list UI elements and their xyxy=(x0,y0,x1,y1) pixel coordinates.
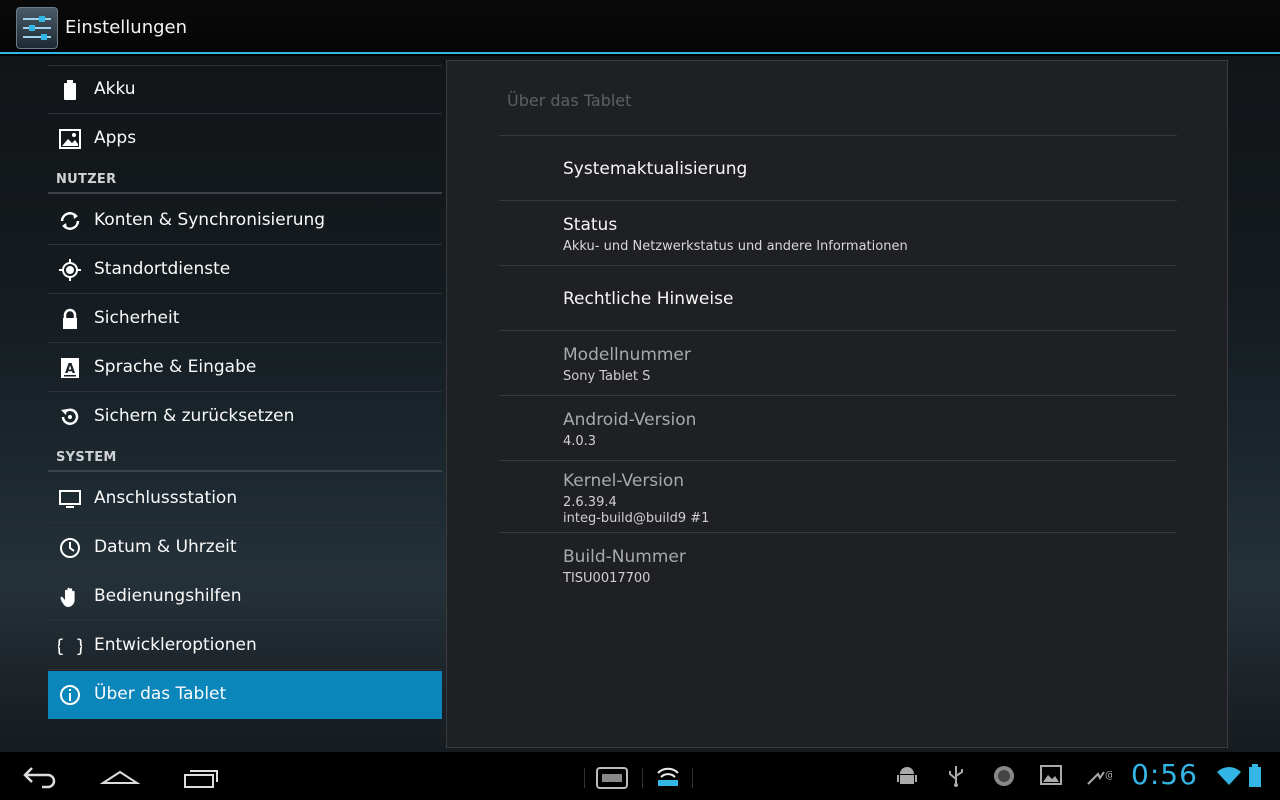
settings-sliders-icon[interactable] xyxy=(16,7,58,49)
pref-title: Build-Nummer xyxy=(563,547,686,567)
divider xyxy=(692,768,693,788)
clock-icon xyxy=(60,538,80,558)
pref-build-nummer: Build-Nummer TISU0017700 xyxy=(499,532,1177,597)
sidebar-item-datum[interactable]: Datum & Uhrzeit xyxy=(48,524,442,572)
svg-text:@: @ xyxy=(1105,770,1112,781)
section-title: NUTZER xyxy=(56,172,117,187)
pref-systemaktualisierung[interactable]: Systemaktualisierung xyxy=(499,135,1177,200)
sidebar-item-ueber[interactable]: Über das Tablet xyxy=(48,671,442,719)
action-bar: Einstellungen xyxy=(0,0,1280,54)
sidebar-item-entwickler[interactable]: { } Entwickleroptionen xyxy=(48,622,442,670)
pref-modellnummer: Modellnummer Sony Tablet S xyxy=(499,330,1177,395)
sidebar-item-anschluss[interactable]: Anschlussstation xyxy=(48,475,442,523)
pref-title: Systemaktualisierung xyxy=(563,159,748,179)
pref-summary: 2.6.39.4 xyxy=(563,495,617,510)
sidebar-item-label: Apps xyxy=(94,128,137,148)
email-notification-icon: @ xyxy=(1087,770,1112,785)
detail-title: Über das Tablet xyxy=(507,91,632,110)
sidebar-item-label: Konten & Synchronisierung xyxy=(94,210,326,230)
pref-rechtliche-hinweise[interactable]: Rechtliche Hinweise xyxy=(499,265,1177,330)
sidebar-item-sicherheit[interactable]: Sicherheit xyxy=(48,295,442,343)
back-icon[interactable] xyxy=(22,762,60,790)
monitor-icon xyxy=(59,490,81,508)
pref-title: Kernel-Version xyxy=(563,471,685,491)
pref-title: Status xyxy=(563,215,618,235)
pref-summary: 4.0.3 xyxy=(563,434,597,449)
pref-status[interactable]: Status Akku- und Netzwerkstatus und ande… xyxy=(499,200,1177,265)
sidebar-item-label: Entwickleroptionen xyxy=(94,635,257,655)
recent-apps-icon[interactable] xyxy=(182,762,220,790)
sidebar-item-sichern[interactable]: Sichern & zurücksetzen xyxy=(48,393,442,441)
pref-summary-2: integ-build@build9 #1 xyxy=(563,511,710,526)
sidebar-item-label: Sprache & Eingabe xyxy=(94,357,257,377)
section-title: SYSTEM xyxy=(56,450,117,465)
wireless-hotspot-icon[interactable] xyxy=(656,764,680,788)
pref-kernel-version: Kernel-Version 2.6.39.4 integ-build@buil… xyxy=(499,460,1177,532)
app-title[interactable]: Einstellungen xyxy=(65,17,187,38)
sidebar-item-label: Akku xyxy=(94,79,136,99)
sidebar-item-akku[interactable]: Akku xyxy=(48,66,442,114)
sidebar-item-label: Standortdienste xyxy=(94,259,231,279)
backup-icon xyxy=(61,408,79,425)
info-icon xyxy=(60,685,80,705)
media-scan-icon xyxy=(994,766,1014,786)
settings-main: Akku Apps NUTZER Konten & Synchronisieru… xyxy=(0,56,1280,752)
settings-sidebar: Akku Apps NUTZER Konten & Synchronisieru… xyxy=(48,56,442,752)
pref-summary: Akku- und Netzwerkstatus und andere Info… xyxy=(563,239,908,254)
divider xyxy=(642,768,643,788)
android-debug-icon xyxy=(897,767,917,784)
home-icon[interactable] xyxy=(100,762,140,790)
sidebar-item-label: Anschlussstation xyxy=(94,488,238,508)
location-icon xyxy=(59,259,81,281)
section-header-system: SYSTEM xyxy=(48,448,442,472)
pref-title: Modellnummer xyxy=(563,345,691,365)
pref-title: Android-Version xyxy=(563,410,697,430)
hand-icon xyxy=(60,587,75,607)
section-header-nutzer: NUTZER xyxy=(48,170,442,194)
wifi-icon xyxy=(1217,767,1241,785)
sidebar-item-label: Datum & Uhrzeit xyxy=(94,537,237,557)
sidebar-item-label: Bedienungshilfen xyxy=(94,586,242,606)
sidebar-item-sprache[interactable]: A Sprache & Eingabe xyxy=(48,344,442,392)
clock[interactable]: 0:56 xyxy=(1131,758,1198,791)
screenshot-icon xyxy=(1040,765,1062,785)
keyboard-icon[interactable] xyxy=(596,764,628,790)
system-bar: @ 0:56 xyxy=(0,752,1280,800)
svg-text:{ }: { } xyxy=(58,636,82,657)
sidebar-item-label: Sicherheit xyxy=(94,308,180,328)
pref-title: Rechtliche Hinweise xyxy=(563,289,734,309)
pref-android-version[interactable]: Android-Version 4.0.3 xyxy=(499,395,1177,460)
sidebar-item-label: Über das Tablet xyxy=(94,684,227,704)
sidebar-item-bedienung[interactable]: Bedienungshilfen xyxy=(48,573,442,621)
sync-icon xyxy=(60,212,80,230)
pref-summary: TISU0017700 xyxy=(563,571,651,586)
sidebar-item-konten[interactable]: Konten & Synchronisierung xyxy=(48,197,442,245)
language-icon: A xyxy=(61,358,79,378)
sidebar-item-standort[interactable]: Standortdienste xyxy=(48,246,442,294)
sidebar-item-apps[interactable]: Apps xyxy=(48,115,442,163)
apps-icon xyxy=(59,129,81,149)
usb-icon xyxy=(949,766,963,787)
braces-icon: { } xyxy=(58,636,82,657)
lock-icon xyxy=(63,308,77,329)
sidebar-item-label: Sichern & zurücksetzen xyxy=(94,406,295,426)
pref-summary: Sony Tablet S xyxy=(563,369,651,384)
battery-status-icon xyxy=(1249,764,1261,787)
battery-icon xyxy=(64,80,76,100)
detail-pane: Über das Tablet Systemaktualisierung Sta… xyxy=(446,60,1228,748)
divider xyxy=(584,768,585,788)
svg-text:A: A xyxy=(65,362,75,377)
